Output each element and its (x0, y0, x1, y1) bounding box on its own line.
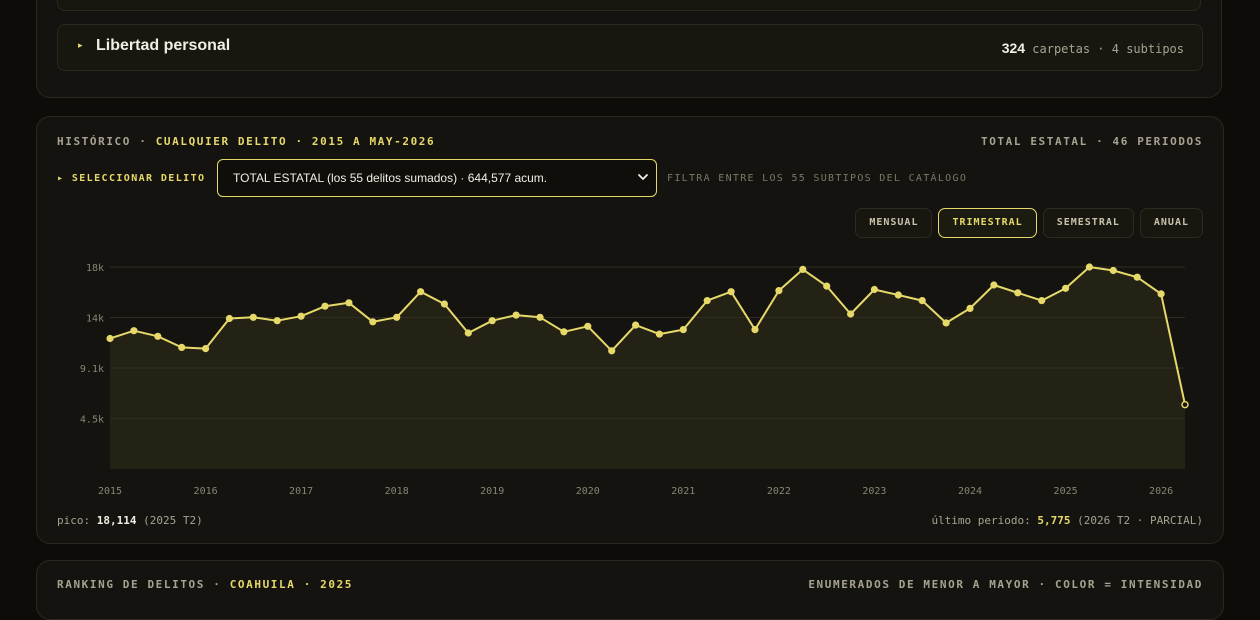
last-period-period: (2026 T2 · PARCIAL) (1077, 514, 1203, 527)
data-point (106, 334, 114, 343)
chart-header-highlight: CUALQUIER DELITO · 2015 A MAY-2026 (155, 135, 436, 148)
x-tick-label: 2024 (958, 486, 982, 497)
x-tick-label: 2019 (480, 486, 504, 497)
data-point (464, 329, 472, 337)
data-point (1014, 289, 1022, 297)
data-point (799, 265, 807, 273)
data-point (249, 313, 257, 321)
tab-trimestral[interactable]: TRIMESTRAL (938, 208, 1037, 238)
data-point (1062, 284, 1070, 292)
crime-row-count: 324 (1001, 40, 1026, 56)
peak-label: pico: (57, 514, 91, 527)
ranking-card: RANKING DE DELITOS · COAHUILA · 2025 ENU… (36, 560, 1224, 620)
data-point (202, 345, 210, 353)
tab-anual[interactable]: ANUAL (1139, 208, 1203, 238)
historic-line-chart: 18k 14k 9.1k 4.5k 2015 2016 2017 2018 2019 2020 20… (80, 263, 1189, 497)
crime-row-meta: 324 carpetas · 4 subtipos (1002, 40, 1184, 56)
period-tabs: MENSUAL TRIMESTRAL SEMESTRAL ANUAL (855, 208, 1203, 238)
select-crime-label: ▸ SELECCIONAR DELITO (57, 173, 206, 184)
previous-crime-row[interactable] (57, 0, 1201, 11)
data-point (632, 321, 640, 329)
data-point (178, 343, 186, 351)
data-point (154, 332, 162, 340)
x-tick-label: 2015 (98, 486, 122, 497)
y-tick-label: 18k (86, 263, 104, 274)
category-card: ▸ Libertad personal 324 carpetas · 4 sub… (36, 0, 1222, 98)
chart-header-title: HISTÓRICO · CUALQUIER DELITO · 2015 A MA… (57, 135, 435, 148)
data-point (679, 326, 687, 334)
data-point (273, 317, 281, 325)
x-tick-label: 2026 (1149, 486, 1173, 497)
chart-header-prefix: HISTÓRICO · (57, 135, 148, 148)
x-tick-label: 2025 (1054, 486, 1078, 497)
data-point (1133, 273, 1141, 281)
data-point (870, 285, 879, 294)
x-tick-label: 2017 (289, 486, 313, 497)
data-point (1085, 263, 1093, 271)
y-tick-label: 4.5k (80, 415, 104, 426)
data-point (130, 327, 138, 335)
data-point (393, 313, 401, 321)
data-point (847, 310, 855, 318)
data-point (823, 282, 831, 290)
tab-mensual[interactable]: MENSUAL (855, 208, 933, 238)
data-point (655, 330, 664, 338)
data-point (345, 299, 353, 307)
y-tick-label: 9.1k (80, 364, 104, 375)
data-point (512, 311, 520, 319)
data-point (369, 318, 377, 326)
data-point (584, 322, 592, 330)
x-tick-label: 2022 (767, 486, 791, 497)
crime-row-libertad-personal[interactable]: ▸ Libertad personal 324 carpetas · 4 sub… (57, 24, 1203, 71)
chevron-down-icon (638, 174, 648, 180)
data-point (1157, 290, 1165, 298)
data-point (440, 300, 448, 308)
data-point (775, 287, 783, 295)
crime-select-value: TOTAL ESTATAL (los 55 delitos sumados) ·… (233, 171, 548, 185)
x-tick-label: 2016 (194, 486, 218, 497)
peak-period: (2025 T2) (143, 514, 203, 527)
data-point (417, 288, 425, 296)
y-tick-label: 14k (86, 314, 104, 325)
crime-row-name: Libertad personal (96, 37, 231, 54)
data-point (1038, 297, 1046, 305)
peak-summary: pico: 18,114 (2025 T2) (57, 514, 203, 527)
chart-header-right: TOTAL ESTATAL · 46 PERIODOS (980, 135, 1203, 148)
data-point (560, 328, 568, 336)
crime-select[interactable]: TOTAL ESTATAL (los 55 delitos sumados) ·… (217, 159, 657, 197)
last-period-label: último periodo: (931, 514, 1031, 527)
x-tick-label: 2018 (385, 486, 409, 497)
data-point (225, 314, 233, 323)
data-point (751, 326, 759, 334)
tab-semestral[interactable]: SEMESTRAL (1042, 208, 1134, 238)
data-point (918, 297, 926, 305)
data-point (942, 319, 950, 327)
crime-row-meta-text: carpetas · 4 subtipos (1032, 42, 1184, 56)
x-tick-label: 2020 (576, 486, 600, 497)
data-point (727, 288, 735, 296)
data-point (297, 312, 305, 320)
x-tick-label: 2023 (862, 486, 886, 497)
data-point (1109, 266, 1117, 275)
data-point (990, 281, 998, 289)
data-point (608, 347, 616, 355)
chart-area: 18k 14k 9.1k 4.5k 2015 2016 2017 2018 2019 2020 20… (37, 247, 1223, 507)
data-point (966, 304, 974, 312)
select-hint: FILTRA ENTRE LOS 55 SUBTIPOS DEL CATÁLOG… (667, 173, 968, 184)
last-period-value: 5,775 (1037, 514, 1071, 527)
data-point (321, 302, 329, 310)
data-point (488, 317, 496, 325)
x-tick-label: 2021 (671, 486, 695, 497)
data-point (894, 291, 902, 299)
data-point (536, 313, 544, 321)
last-period-summary: último periodo: 5,775 (2026 T2 · PARCIAL… (931, 514, 1203, 527)
peak-value: 18,114 (96, 514, 137, 527)
historic-chart-card: HISTÓRICO · CUALQUIER DELITO · 2015 A MA… (36, 116, 1224, 544)
data-point-partial (1181, 400, 1189, 409)
expand-triangle-icon[interactable]: ▸ (78, 41, 83, 51)
data-point (703, 297, 711, 305)
